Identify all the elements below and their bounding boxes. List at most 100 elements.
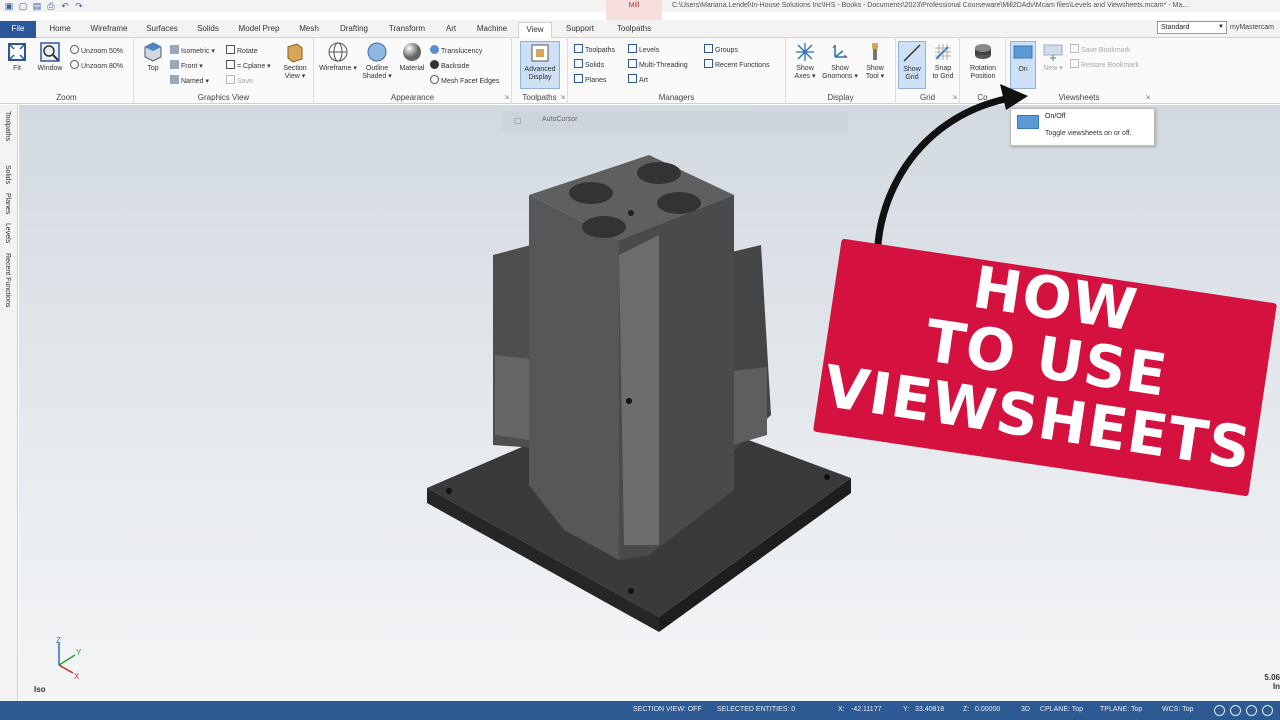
window-zoom-button[interactable]: Window <box>34 41 66 73</box>
cplane-status[interactable]: CPLANE: Top <box>1040 706 1083 713</box>
rotation-position-icon <box>975 44 991 59</box>
show-tool-label-2: Tool <box>865 73 879 80</box>
redo-icon[interactable]: ↷ <box>74 1 84 11</box>
translucency-button[interactable]: Translucency <box>430 45 482 57</box>
side-tab-toolpaths[interactable]: Toolpaths <box>4 111 11 141</box>
fit-label: Fit <box>13 65 21 72</box>
tab-transform[interactable]: Transform <box>384 22 430 38</box>
show-tool-button[interactable]: Show Tool ▾ <box>860 41 890 81</box>
multi-threading-label: Multi-Threading <box>639 62 688 69</box>
unzoom-80-button[interactable]: Unzoom 80% <box>70 60 123 72</box>
undo-icon[interactable]: ↶ <box>60 1 70 11</box>
group-appearance: Wireframe ▾ Outline Shaded ▾ Material Tra… <box>314 38 512 104</box>
configuration-select[interactable]: Standard ▼ <box>1157 21 1227 34</box>
top-pocket <box>637 162 681 184</box>
tab-wireframe[interactable]: Wireframe <box>86 22 132 38</box>
section-view-button[interactable]: Section View ▾ <box>280 41 310 81</box>
planes-manager-button[interactable]: Planes <box>574 74 606 86</box>
advanced-display-button[interactable]: Advanced Display <box>520 41 560 89</box>
view-gnomon: Z Y X <box>56 636 82 681</box>
sphere-display-icon[interactable] <box>1246 705 1257 716</box>
top-pocket <box>657 192 701 214</box>
solids-manager-icon <box>574 59 583 68</box>
save-view-button[interactable]: Save <box>226 75 253 87</box>
tab-view[interactable]: View <box>518 22 552 39</box>
settings-icon[interactable] <box>1262 705 1273 716</box>
named-view-button[interactable]: Named ▾ <box>170 75 209 87</box>
top-view-label: Top <box>147 65 159 72</box>
tab-support[interactable]: Support <box>560 22 600 38</box>
restore-bookmark-label: Restore Bookmark <box>1081 62 1139 69</box>
recent-functions-manager-button[interactable]: Recent Functions <box>704 59 769 71</box>
multi-threading-manager-button[interactable]: Multi-Threading <box>628 59 688 71</box>
tab-home[interactable]: Home <box>44 22 76 38</box>
art-manager-button[interactable]: Art <box>628 74 648 86</box>
toolpaths-manager-icon <box>574 44 583 53</box>
side-tab-solids[interactable]: Solids <box>4 165 11 184</box>
cube-display-icon[interactable] <box>1230 705 1241 716</box>
tplane-status[interactable]: TPLANE: Top <box>1100 706 1142 713</box>
restore-bookmark-button[interactable]: Restore Bookmark <box>1070 59 1139 71</box>
mesh-facet-edges-button[interactable]: Mesh Facet Edges <box>430 75 499 87</box>
tab-solids[interactable]: Solids <box>192 22 224 38</box>
rotation-position-button[interactable]: Rotation Position <box>964 41 1002 81</box>
mode-3d-toggle[interactable]: 3D <box>1021 706 1030 713</box>
scale-value: 5.06 <box>1264 673 1280 682</box>
snap-to-grid-label: Snap <box>934 65 952 72</box>
section-view-status[interactable]: SECTION VIEW: OFF <box>633 706 702 713</box>
side-tab-levels[interactable]: Levels <box>4 223 11 243</box>
viewsheets-new-button[interactable]: New ▾ <box>1040 41 1066 73</box>
solids-manager-button[interactable]: Solids <box>574 59 604 71</box>
tab-surfaces[interactable]: Surfaces <box>142 22 182 38</box>
groups-manager-button[interactable]: Groups <box>704 44 738 56</box>
isometric-view-button[interactable]: Isometric ▾ <box>170 45 215 57</box>
snap-to-grid-button[interactable]: Snap to Grid <box>928 41 958 81</box>
new-file-icon[interactable]: ▢ <box>18 1 28 11</box>
groups-manager-label: Groups <box>715 47 738 54</box>
backside-button[interactable]: Backside <box>430 60 469 72</box>
unzoom-50-label: Unzoom 50% <box>81 48 124 55</box>
shaded-sphere-icon <box>367 42 387 62</box>
rotate-button[interactable]: Rotate <box>226 45 258 57</box>
unzoom-50-button[interactable]: Unzoom 50% <box>70 45 123 57</box>
show-gnomons-button[interactable]: Show Gnomons ▾ <box>822 41 858 81</box>
wireframe-button[interactable]: Wireframe ▾ <box>318 41 358 73</box>
dialog-launcher-icon[interactable]: ⇲ <box>560 94 565 101</box>
print-icon[interactable]: ⎙ <box>46 1 56 11</box>
save-bookmark-button[interactable]: Save Bookmark <box>1070 44 1130 56</box>
front-view-button[interactable]: Front ▾ <box>170 60 203 72</box>
snap-grid-icon <box>935 44 951 60</box>
show-gnomons-label: Show <box>831 65 849 72</box>
tab-mesh[interactable]: Mesh <box>294 22 324 38</box>
levels-manager-label: Levels <box>639 47 660 54</box>
my-mastercam-link[interactable]: myMastercam <box>1230 24 1274 31</box>
dialog-launcher-icon[interactable]: ⇲ <box>1145 94 1150 101</box>
tab-model-prep[interactable]: Model Prep <box>234 22 284 38</box>
cplane-view-button[interactable]: = Cplane ▾ <box>226 60 271 72</box>
outline-shaded-button[interactable]: Outline Shaded ▾ <box>360 41 394 81</box>
tab-toolpaths[interactable]: Toolpaths <box>608 22 660 38</box>
tab-drafting[interactable]: Drafting <box>334 22 374 38</box>
groups-manager-icon <box>704 44 713 53</box>
top-view-button[interactable]: Top <box>140 41 166 73</box>
wcs-status[interactable]: WCS: Top <box>1162 706 1193 713</box>
save-icon[interactable]: ▣ <box>4 1 14 11</box>
tab-file[interactable]: File <box>0 21 36 38</box>
fit-button[interactable]: Fit <box>4 41 30 73</box>
side-tab-recent-functions[interactable]: Recent Functions <box>4 253 11 307</box>
viewsheets-new-label: New <box>1043 65 1058 72</box>
axes-icon <box>796 43 814 61</box>
gnomon-z-label: Z <box>56 636 61 645</box>
open-folder-icon[interactable]: ▤ <box>32 1 42 11</box>
side-tab-planes[interactable]: Planes <box>4 193 11 214</box>
levels-manager-button[interactable]: Levels <box>628 44 659 56</box>
tab-machine[interactable]: Machine <box>472 22 512 38</box>
toolpaths-manager-button[interactable]: Toolpaths <box>574 44 615 56</box>
dialog-launcher-icon[interactable]: ⇲ <box>504 94 509 101</box>
art-manager-label: Art <box>639 77 648 84</box>
material-button[interactable]: Material <box>396 41 428 73</box>
show-axes-button[interactable]: Show Axes ▾ <box>790 41 820 81</box>
globe-icon[interactable] <box>1214 705 1225 716</box>
wireframe-sphere-icon <box>328 42 348 62</box>
tab-art[interactable]: Art <box>440 22 462 38</box>
